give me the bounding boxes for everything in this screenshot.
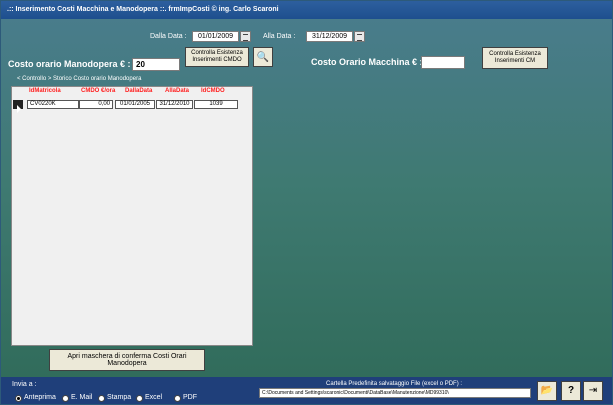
radio-excel[interactable] <box>136 395 143 402</box>
table-row-idmatricola[interactable]: CV0220K <box>27 100 79 109</box>
radio-excel-label: Excel <box>145 394 163 401</box>
table-row-cmdo[interactable]: 0,00 <box>79 100 113 109</box>
help-icon[interactable]: ? <box>561 381 581 401</box>
dalla-data-field[interactable]: 01/01/2009 <box>192 31 239 42</box>
costo-manodopera-label: Costo orario Manodopera € : <box>8 59 131 69</box>
table-row-alladata[interactable]: 31/12/2010 <box>156 100 193 109</box>
title-bar: .:: Inserimento Costi Macchina e Manodop… <box>1 1 612 19</box>
col-cmdo: CMDO €/ora <box>81 88 116 94</box>
alla-data-label: Alla Data : <box>263 33 296 40</box>
app-window: .:: Inserimento Costi Macchina e Manodop… <box>0 0 613 405</box>
storico-panel <box>11 86 253 346</box>
radio-stampa-label: Stampa <box>107 394 132 401</box>
alla-data-field[interactable]: 31/12/2009 <box>306 31 353 42</box>
preview-icon[interactable]: 🔍 <box>253 47 273 67</box>
cartella-path-input[interactable]: C:\Documents and Settings\scaronic\Docum… <box>259 388 531 398</box>
costo-macchina-label: Costo Orario Macchina € : <box>311 57 423 67</box>
cursor-icon <box>17 105 21 113</box>
radio-email[interactable] <box>62 395 69 402</box>
alla-calendar-icon[interactable] <box>354 31 365 42</box>
folder-icon[interactable]: 📂 <box>537 381 557 401</box>
exit-icon[interactable]: ⇥ <box>583 381 603 401</box>
costo-manodopera-input[interactable]: 20 <box>132 58 180 71</box>
radio-stampa[interactable] <box>98 395 105 402</box>
storico-title: < Controllo > Storico Costo orario Manod… <box>17 76 142 82</box>
col-dalladata: DallaData <box>125 88 153 94</box>
invia-label: Invia a : <box>12 381 37 388</box>
table-row-dalladata[interactable]: 01/01/2005 <box>115 100 155 109</box>
apri-maschera-button[interactable]: Apri maschera di conferma Costi Orari Ma… <box>49 349 205 371</box>
radio-anteprima[interactable] <box>15 395 22 402</box>
dalla-data-label: Dalla Data : <box>150 33 187 40</box>
radio-pdf[interactable] <box>174 395 181 402</box>
col-idcmdo: IdCMDO <box>201 88 225 94</box>
table-row-idcmdo[interactable]: 1039 <box>194 100 238 109</box>
controlla-cm-button[interactable]: Controlla Esistenza Inserimenti CM <box>482 47 548 69</box>
radio-pdf-label: PDF <box>183 394 197 401</box>
controlla-cmdo-button[interactable]: Controlla Esistenza Inserimenti CMDO <box>185 47 249 67</box>
cartella-label: Cartella Predefinita salvataggio File (e… <box>326 381 463 387</box>
col-alladata: AllaData <box>165 88 190 94</box>
dalla-calendar-icon[interactable] <box>240 31 251 42</box>
col-idmatricola: IdMatricola <box>29 88 61 94</box>
costo-macchina-input[interactable] <box>421 56 465 69</box>
radio-anteprima-label: Anteprima <box>24 394 56 401</box>
radio-email-label: E. Mail <box>71 394 93 401</box>
